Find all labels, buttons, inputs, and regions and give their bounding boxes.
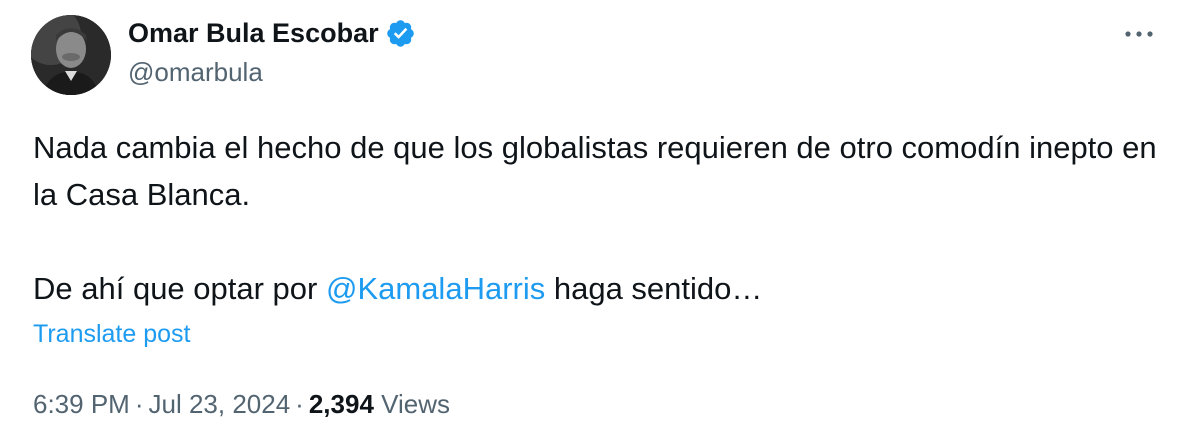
separator-dot: · (295, 389, 304, 419)
views-label: Views (381, 389, 451, 419)
post-text: Nada cambia el hecho de que los globalis… (33, 124, 1163, 312)
post-text-before-mention: De ahí que optar por (33, 271, 326, 306)
post-date: Jul 23, 2024 (148, 389, 291, 419)
author-display-name[interactable]: Omar Bula Escobar (128, 15, 379, 51)
post-paragraph-1: Nada cambia el hecho de que los globalis… (33, 130, 1157, 212)
post-time: 6:39 PM (33, 389, 130, 419)
views-count: 2,394 (308, 389, 374, 419)
author-name-row: Omar Bula Escobar (128, 15, 416, 51)
post-metadata: 6:39 PM · Jul 23, 2024 · 2,394 Views (33, 386, 450, 422)
post-paragraph-2: De ahí que optar por @KamalaHarris haga … (33, 265, 1163, 312)
post-text-after-mention: haga sentido… (545, 271, 763, 306)
views-stat[interactable]: 2,394 Views (309, 389, 450, 419)
translate-post-link[interactable]: Translate post (33, 317, 190, 351)
more-horizontal-icon (1124, 25, 1154, 43)
avatar-photo (31, 15, 111, 95)
post-timestamp[interactable]: 6:39 PM · Jul 23, 2024 (33, 389, 290, 419)
separator-dot: · (134, 389, 144, 419)
mention-link[interactable]: @KamalaHarris (326, 271, 545, 306)
author-handle[interactable]: @omarbula (128, 55, 263, 89)
verified-badge-icon[interactable] (385, 18, 416, 49)
more-options-button[interactable] (1118, 18, 1160, 50)
tweet-card: Omar Bula Escobar @omarbula Nada cambia … (0, 0, 1191, 442)
avatar[interactable] (31, 15, 111, 95)
